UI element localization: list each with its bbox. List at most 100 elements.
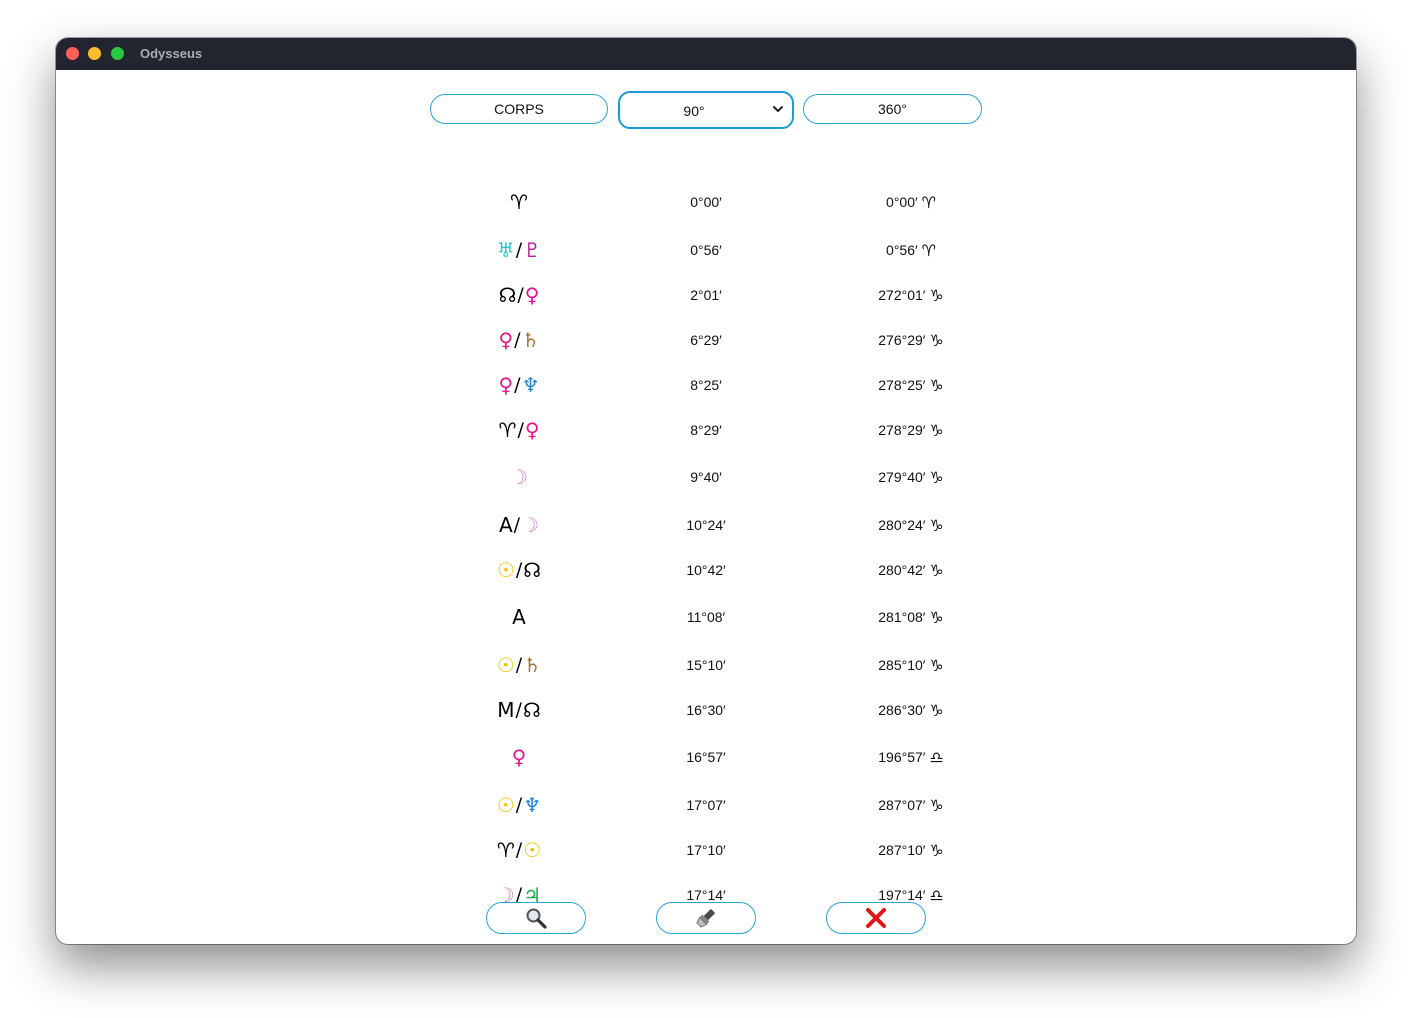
planet-glyph-icon: ♆ xyxy=(523,793,542,817)
planet-glyph-icon: ☉ xyxy=(496,558,515,582)
flashlight-icon xyxy=(696,909,715,928)
zodiac-sign-icon: ♑ xyxy=(929,330,944,350)
table-row[interactable]: ☊ / ♀ 2°01′ 272°01′ ♑ xyxy=(56,273,1356,317)
zodiac-sign-icon: ♑ xyxy=(929,700,944,720)
planet-glyph-icon: ♀ xyxy=(498,328,514,352)
midpoint-symbol: A xyxy=(469,595,569,639)
midpoint-separator: / xyxy=(515,239,523,261)
zodiac-sign-icon: ♑ xyxy=(929,840,944,860)
table-row[interactable]: ☉ / ♄ 15°10′ 285°10′ ♑ xyxy=(56,643,1356,687)
midpoint-symbol: ☽ xyxy=(469,455,569,499)
value-360-text: 285°10′ xyxy=(878,657,926,673)
value-90: 0°56′ xyxy=(690,242,722,258)
zodiac-sign-icon: ♑ xyxy=(929,655,944,675)
value-360: 285°10′ ♑ xyxy=(826,643,996,687)
table-row[interactable]: ♈ / ☉ 17°10′ 287°10′ ♑ xyxy=(56,828,1356,872)
planet-glyph-icon: ♈ xyxy=(510,190,528,214)
table-row[interactable]: ☉ / ☊ 10°42′ 280°42′ ♑ xyxy=(56,548,1356,592)
planet-glyph-icon: ☽ xyxy=(510,465,528,489)
value-360: 287°10′ ♑ xyxy=(826,828,996,872)
planet-glyph-icon: ♀ xyxy=(498,373,514,397)
planet-glyph-icon: ☽ xyxy=(521,513,540,537)
dial-select[interactable]: 90° xyxy=(618,91,794,129)
close-button[interactable] xyxy=(826,902,926,934)
midpoint-symbol: M / ☊ xyxy=(469,688,569,732)
planet-glyph-icon: ♇ xyxy=(523,238,542,262)
zodiac-sign-icon: ♎ xyxy=(929,747,944,767)
table-row[interactable]: ♀ / ♆ 8°25′ 278°25′ ♑ xyxy=(56,363,1356,407)
zodiac-sign-icon: ♑ xyxy=(929,560,944,580)
value-360-text: 272°01′ xyxy=(878,287,926,303)
value-360-text: 287°10′ xyxy=(878,842,926,858)
midpoint-symbol: ♈ / ☉ xyxy=(469,828,569,872)
value-90: 11°08′ xyxy=(686,609,726,625)
midpoint-separator: / xyxy=(515,559,523,581)
dial-select-value: 90° xyxy=(683,103,705,119)
midpoint-separator: / xyxy=(515,794,523,816)
table-row[interactable]: ☽ 9°40′ 279°40′ ♑ xyxy=(56,455,1356,499)
flashlight-button[interactable] xyxy=(656,902,756,934)
table-row[interactable]: ☉ / ♆ 17°07′ 287°07′ ♑ xyxy=(56,783,1356,827)
title-bar: Odysseus xyxy=(56,38,1356,70)
value-90: 10°42′ xyxy=(686,562,726,578)
midpoint-symbol: A / ☽ xyxy=(469,503,569,547)
close-window-button[interactable] xyxy=(66,47,79,60)
zoom-window-button[interactable] xyxy=(111,47,124,60)
value-360-text: 0°56′ xyxy=(886,242,918,258)
value-360: 286°30′ ♑ xyxy=(826,688,996,732)
zodiac-sign-icon: ♎ xyxy=(929,885,944,905)
value-360: 280°42′ ♑ xyxy=(826,548,996,592)
value-360-text: 0°00′ xyxy=(886,194,918,210)
corps-button[interactable]: CORPS xyxy=(430,94,608,124)
midpoint-separator: / xyxy=(515,654,523,676)
value-90: 10°24′ xyxy=(686,517,726,533)
midpoint-separator: / xyxy=(517,419,524,441)
value-90: 16°30′ xyxy=(686,702,726,718)
app-window: Odysseus CORPS 90° 360° ♈ 0°00′ 0°00′ ♈ ♅ / ♇ 0… xyxy=(56,38,1356,944)
value-90: 8°25′ xyxy=(690,377,722,393)
magnifier-icon xyxy=(526,908,547,929)
minimize-window-button[interactable] xyxy=(88,47,101,60)
table-row[interactable]: ♈ / ♀ 8°29′ 278°29′ ♑ xyxy=(56,408,1356,452)
zodiac-sign-icon: ♑ xyxy=(929,607,944,627)
value-360-text: 280°42′ xyxy=(878,562,926,578)
planet-glyph-icon: ♅ xyxy=(496,238,515,262)
value-360: 0°00′ ♈ xyxy=(826,180,996,224)
table-row[interactable]: ♈ 0°00′ 0°00′ ♈ xyxy=(56,180,1356,224)
value-360-text: 279°40′ xyxy=(878,469,926,485)
value-360: 280°24′ ♑ xyxy=(826,503,996,547)
value-360-text: 197°14′ xyxy=(878,887,926,903)
close-x-icon xyxy=(866,908,886,928)
value-90: 16°57′ xyxy=(686,749,726,765)
search-button[interactable] xyxy=(486,902,586,934)
planet-glyph-icon: ☉ xyxy=(523,838,542,862)
planet-glyph-icon: ♀ xyxy=(511,745,527,769)
table-row[interactable]: ♅ / ♇ 0°56′ 0°56′ ♈ xyxy=(56,228,1356,272)
planet-glyph-icon: ☉ xyxy=(496,793,515,817)
table-row[interactable]: ♀ 16°57′ 196°57′ ♎ xyxy=(56,735,1356,779)
value-90: 9°40′ xyxy=(690,469,722,485)
table-row[interactable]: ♀ / ♄ 6°29′ 276°29′ ♑ xyxy=(56,318,1356,362)
planet-glyph-icon: ♈ xyxy=(496,838,515,862)
planet-glyph-icon: ♄ xyxy=(521,328,540,352)
midpoint-symbol: ♀ xyxy=(469,735,569,779)
value-360: 272°01′ ♑ xyxy=(826,273,996,317)
value-90: 0°00′ xyxy=(690,194,722,210)
value-360-text: 196°57′ xyxy=(878,749,926,765)
midpoint-separator: / xyxy=(514,329,521,351)
value-90: 2°01′ xyxy=(690,287,722,303)
planet-glyph-icon: ☊ xyxy=(522,698,541,722)
midpoint-symbol: ☉ / ☊ xyxy=(469,548,569,592)
value-360-text: 278°29′ xyxy=(878,422,926,438)
value-360-text: 278°25′ xyxy=(878,377,926,393)
midpoint-separator: / xyxy=(515,839,523,861)
value-90: 17°07′ xyxy=(686,797,726,813)
midpoint-symbol: ♀ / ♆ xyxy=(469,363,569,407)
midpoint-symbol: ☉ / ♆ xyxy=(469,783,569,827)
full-circle-button[interactable]: 360° xyxy=(803,94,982,124)
table-row[interactable]: A / ☽ 10°24′ 280°24′ ♑ xyxy=(56,503,1356,547)
table-row[interactable]: A 11°08′ 281°08′ ♑ xyxy=(56,595,1356,639)
table-row[interactable]: M / ☊ 16°30′ 286°30′ ♑ xyxy=(56,688,1356,732)
midpoint-symbol: ♈ xyxy=(469,180,569,224)
planet-glyph-icon: A xyxy=(512,605,526,629)
